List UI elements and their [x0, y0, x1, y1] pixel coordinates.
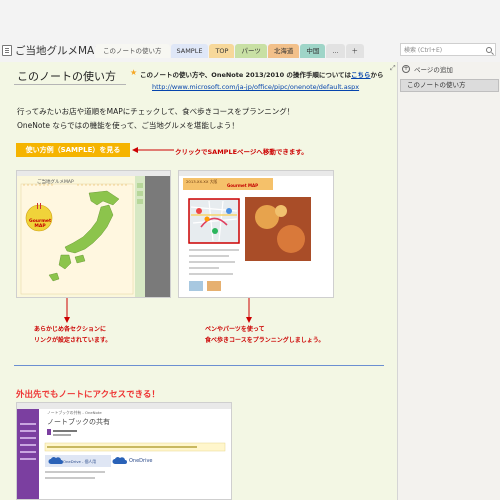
arrow-down-icon — [64, 298, 70, 323]
share-window-title: ノートブックの共有 - OneNote — [47, 410, 102, 415]
support-url-link[interactable]: http://www.microsoft.com/ja-jp/office/pi… — [152, 83, 359, 91]
annotation-click: クリックでSAMPLEページへ移動できます。 — [175, 148, 308, 156]
intro-text-1: 行ってみたいお店や道順をMAPにチェックして、食べ歩きコースをプランニング！ — [17, 107, 295, 116]
osaka-page-header: 2013.XX.XX 大阪 — [186, 179, 218, 184]
tab-usage[interactable]: このノートの使い方 — [95, 44, 170, 58]
onedrive-item: OneDrive — [129, 458, 153, 464]
map-page-title: ご当地グルメMAP — [37, 180, 74, 185]
screenshot-map-page: ご当地グルメMAP Gourmet MAP — [16, 170, 171, 298]
sample-link-button[interactable]: 使い方例（SAMPLE）を見る — [16, 143, 130, 157]
page-list-panel: + ページの追加 このノートの使い方 — [397, 62, 500, 500]
annotation-links: あらかじめ各セクションに リンクが設定されています。 — [34, 326, 112, 344]
section-heading-mobile: 外出先でもノートにアクセスできる！ — [16, 390, 160, 400]
screenshot-share-page: ノートブックの共有 - OneNote ノートブックの共有 OneDrive -… — [16, 402, 232, 500]
section-tabs: このノートの使い方 SAMPLE TOP パーツ 北海道 中国 ... ＋ — [95, 44, 365, 58]
add-page-button[interactable]: + ページの追加 — [402, 62, 499, 75]
intro-text-2: OneNote ならではの機能を使って、ご当地グルメを堪能しよう！ — [17, 121, 239, 130]
arrow-left-icon — [132, 147, 174, 153]
title-underline — [14, 84, 126, 85]
arrow-down-icon — [246, 298, 252, 323]
plus-circle-icon: + — [402, 64, 410, 73]
page-title[interactable]: このノートの使い方 — [17, 68, 116, 84]
notebook-selector[interactable]: ご当地グルメMAP ▼ — [2, 42, 109, 58]
title-bar: ご当地グルメMAP ▼ このノートの使い方 SAMPLE TOP パーツ 北海道… — [0, 0, 500, 62]
tab-hokkaido[interactable]: 北海道 — [267, 44, 300, 58]
here-link[interactable]: こちら — [351, 71, 371, 79]
section-divider — [14, 365, 384, 366]
onedrive-personal-item: OneDrive - 個人用 — [63, 459, 97, 464]
add-section-button[interactable]: ＋ — [345, 44, 365, 58]
note-text: このノートの使い方や、OneNote 2013/2010 の操作手順についてはこ… — [140, 71, 384, 79]
star-icon: ★ — [130, 68, 138, 77]
search-icon[interactable] — [486, 46, 492, 53]
osaka-logo: Gourmet MAP — [227, 183, 259, 188]
page-canvas[interactable]: このノートの使い方 ⤢ ★ このノートの使い方や、OneNote 2013/20… — [0, 62, 397, 500]
tab-more[interactable]: ... — [326, 44, 345, 58]
notebook-title: ご当地グルメMAP — [15, 44, 101, 57]
tab-sample[interactable]: SAMPLE — [170, 44, 209, 58]
search-placeholder: 検索 (Ctrl+E) — [404, 47, 443, 54]
page-list-item[interactable]: このノートの使い方 — [400, 79, 499, 92]
annotation-planning: ペンやパーツを使って 食べ歩きコースをプランニングしましょう。 — [205, 326, 325, 344]
tab-top[interactable]: TOP — [209, 44, 235, 58]
share-heading: ノートブックの共有 — [47, 418, 110, 426]
expand-icon[interactable]: ⤢ — [390, 64, 396, 73]
notebook-icon — [2, 44, 12, 56]
tab-parts[interactable]: パーツ — [235, 44, 267, 58]
tab-chugoku[interactable]: 中国 — [300, 44, 326, 58]
add-page-label: ページの追加 — [414, 65, 453, 74]
search-input[interactable]: 検索 (Ctrl+E) — [400, 43, 496, 56]
screenshot-osaka-page: 2013.XX.XX 大阪 Gourmet MAP — [178, 170, 334, 298]
gourmet-map-logo: Gourmet MAP — [29, 219, 52, 229]
